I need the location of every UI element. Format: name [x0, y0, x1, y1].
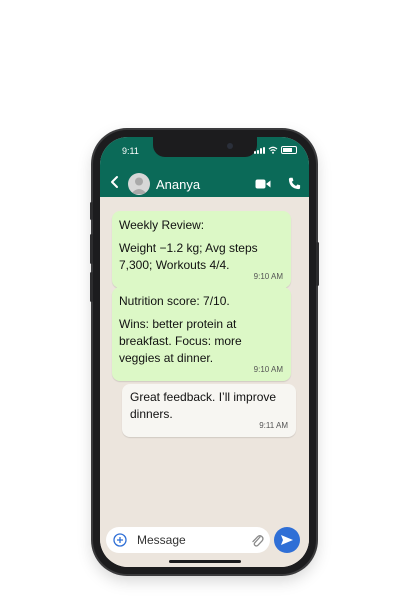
volume-down-button — [90, 272, 93, 302]
back-icon[interactable] — [108, 175, 122, 189]
message-input[interactable]: Message — [106, 527, 270, 553]
status-time: 9:11 — [122, 146, 139, 156]
avatar[interactable] — [128, 173, 150, 195]
attachment-icon[interactable] — [250, 532, 264, 548]
phone-frame: 9:11 Ananya Weekly Review: Weight −1.2 k… — [90, 130, 319, 574]
phone-screen: 9:11 Ananya Weekly Review: Weight −1.2 k… — [100, 137, 309, 567]
mute-switch — [90, 202, 93, 220]
message-title: Weekly Review: — [119, 218, 205, 232]
camera-icon — [226, 143, 233, 149]
battery-icon — [281, 146, 297, 154]
home-indicator[interactable] — [168, 560, 241, 563]
message-title: Nutrition score: 7/10. — [119, 294, 230, 308]
message-bubble-outgoing[interactable]: Great feedback. I’ll improve dinners. 9:… — [122, 384, 296, 437]
status-icons — [254, 146, 297, 154]
contact-name[interactable]: Ananya — [156, 177, 200, 192]
power-button — [316, 242, 319, 286]
plus-icon[interactable] — [113, 533, 127, 547]
message-time: 9:10 AM — [253, 365, 283, 374]
avatar-person-icon — [131, 177, 147, 194]
message-bubble-incoming[interactable]: Weekly Review: Weight −1.2 kg; Avg steps… — [112, 211, 291, 288]
volume-up-button — [90, 234, 93, 264]
notch — [152, 137, 257, 157]
message-time: 9:10 AM — [253, 272, 283, 281]
composer-bar: Message — [100, 523, 309, 567]
send-button[interactable] — [274, 527, 300, 553]
message-bubble-incoming[interactable]: Nutrition score: 7/10. Wins: better prot… — [112, 287, 291, 381]
chat-area[interactable]: Weekly Review: Weight −1.2 kg; Avg steps… — [100, 197, 309, 523]
message-placeholder: Message — [137, 533, 186, 547]
chat-header: 9:11 Ananya — [100, 137, 309, 197]
signal-icon — [254, 146, 265, 154]
video-call-icon[interactable] — [255, 178, 271, 190]
message-time: 9:11 AM — [259, 421, 288, 430]
message-text: Wins: better protein at breakfast. Focus… — [119, 317, 242, 365]
send-icon — [281, 535, 293, 545]
phone-call-icon[interactable] — [288, 177, 301, 190]
wifi-icon — [268, 146, 278, 154]
